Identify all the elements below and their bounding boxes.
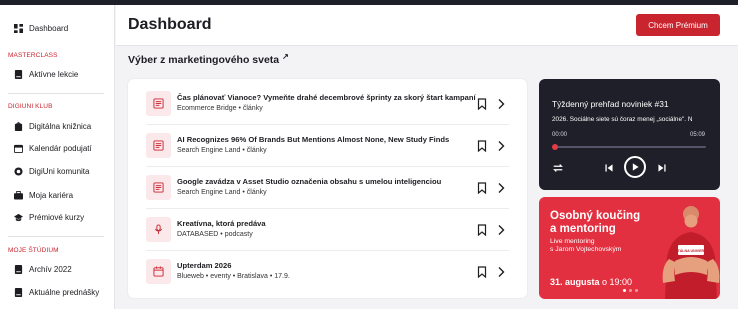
sidebar-item-label: Aktuálne prednášky: [29, 288, 100, 297]
sidebar-item-digiuni-komunita[interactable]: DigiUni komunita: [14, 167, 89, 176]
feed-item-meta: DATABASED • podcasty: [177, 231, 253, 238]
external-link-icon: ↗: [282, 52, 289, 61]
promo-heading-line: Osobný koučing: [550, 210, 641, 222]
feed-item-meta: Ecommerce Bridge • články: [177, 105, 263, 112]
play-button[interactable]: [624, 156, 646, 178]
chevron-right-icon[interactable]: [496, 182, 506, 194]
sidebar-item-kalendar-podujati[interactable]: Kalendár podujatí: [14, 144, 92, 153]
sidebar-item-digitalna-kniznica[interactable]: Digitálna knižnica: [14, 122, 91, 131]
promo-date-time: o 19:00: [599, 277, 633, 287]
sidebar-item-label: Archív 2022: [29, 265, 72, 274]
feed-item[interactable]: AI Recognizes 96% Of Brands But Mentions…: [128, 125, 527, 167]
premium-button[interactable]: Chcem Prémium: [636, 14, 720, 36]
feed-item-meta: Search Engine Land • články: [177, 147, 267, 154]
carousel-dot[interactable]: [635, 289, 638, 292]
section-label-moje-studium: MOJE ŠTÚDIUM: [8, 247, 59, 254]
feed-item-meta: Blueweb • eventy • Bratislava • 17.9.: [177, 273, 290, 280]
sidebar-item-label: Kalendár podujatí: [29, 144, 92, 153]
time-total: 05:09: [690, 132, 706, 138]
article-icon: [146, 91, 171, 116]
bookmark-icon[interactable]: [477, 182, 487, 194]
feed-item-title: AI Recognizes 96% Of Brands But Mentions…: [177, 135, 450, 144]
section-label-digiuni-klub: DIGIUNI KLUB: [8, 103, 53, 110]
section-title-link[interactable]: Výber z marketingového sveta ↗: [128, 52, 289, 66]
microphone-icon: [146, 217, 171, 242]
header: Dashboard Chcem Prémium: [116, 5, 738, 46]
sidebar-item-aktualne-prednasky[interactable]: Aktuálne prednášky: [14, 288, 99, 297]
sidebar-item-dashboard[interactable]: Dashboard: [14, 24, 68, 33]
sidebar-item-label: Prémiové kurzy: [29, 213, 85, 222]
feed-item-meta: Search Engine Land • články: [177, 189, 267, 196]
promo-date-strong: 31. augusta: [550, 277, 600, 287]
bookmark-icon[interactable]: [477, 266, 487, 278]
sidebar-item-label: DigiUni komunita: [29, 167, 90, 176]
mentor-photo: DIGITÁLNA UNIVERZITA: [662, 203, 720, 299]
bookmark-icon[interactable]: [477, 98, 487, 110]
sidebar-item-archiv-2022[interactable]: Archív 2022: [14, 265, 72, 274]
progress-handle[interactable]: [552, 144, 558, 150]
promo-date: 31. augusta o 19:00: [550, 277, 632, 287]
article-icon: [146, 133, 171, 158]
time-current: 00:00: [552, 132, 568, 138]
book-icon: [14, 70, 23, 79]
carousel-dots: [623, 289, 638, 292]
feed-item[interactable]: Upterdam 2026 Blueweb • eventy • Bratisl…: [128, 251, 527, 293]
promo-banner[interactable]: DIGITÁLNA UNIVERZITA Osobný koučing a me…: [539, 197, 720, 299]
divider: [8, 236, 104, 237]
page-title: Dashboard: [128, 16, 212, 33]
sidebar-item-premiove-kurzy[interactable]: Prémiové kurzy: [14, 213, 84, 222]
divider: [8, 93, 104, 94]
sidebar: Dashboard MASTERCLASS Aktívne lekcie DIG…: [0, 5, 115, 309]
chevron-right-icon[interactable]: [496, 140, 506, 152]
feed-item-title: Kreatívna, ktorá predáva: [177, 219, 266, 228]
progress-track[interactable]: [555, 146, 706, 148]
section-label-masterclass: MASTERCLASS: [8, 52, 58, 59]
chevron-right-icon[interactable]: [496, 266, 506, 278]
play-icon: [632, 163, 639, 171]
carousel-dot[interactable]: [629, 289, 632, 292]
sidebar-item-aktivne-lekcie[interactable]: Aktívne lekcie: [14, 70, 78, 79]
briefcase-icon: [14, 191, 23, 200]
feed-item[interactable]: Google zavádza v Asset Studio označenia …: [128, 167, 527, 209]
sidebar-item-moja-kariera[interactable]: Moja kariéra: [14, 191, 73, 200]
player-title: Týždenný prehľad noviniek #31: [552, 99, 669, 109]
feed-item-title: Čas plánovať Vianoce? Vymeňte drahé dece…: [177, 93, 476, 102]
community-icon: [14, 167, 23, 176]
graduation-cap-icon: [14, 213, 23, 222]
sidebar-item-label: Digitálna knižnica: [29, 122, 92, 131]
article-icon: [146, 175, 171, 200]
audio-player: Týždenný prehľad noviniek #31 2026. Soci…: [539, 79, 720, 190]
feed-card: Čas plánovať Vianoce? Vymeňte drahé dece…: [128, 79, 527, 298]
promo-subtitle-line: Live mentoring: [550, 238, 595, 245]
promo-subtitle: Live mentoring s Jarom Vojtechovským: [550, 238, 621, 254]
feed-item[interactable]: Čas plánovať Vianoce? Vymeňte drahé dece…: [128, 83, 527, 125]
calendar-icon: [146, 259, 171, 284]
promo-heading: Osobný koučing a mentoring: [550, 210, 640, 235]
bookmark-icon[interactable]: [477, 224, 487, 236]
feed-item[interactable]: Kreatívna, ktorá predáva DATABASED • pod…: [128, 209, 527, 251]
chevron-right-icon[interactable]: [496, 98, 506, 110]
book-icon: [14, 265, 23, 274]
promo-subtitle-line: s Jarom Vojtechovským: [550, 246, 622, 253]
book-icon: [14, 288, 23, 297]
sidebar-item-label: Moja kariéra: [29, 191, 74, 200]
feed-item-title: Upterdam 2026: [177, 261, 232, 270]
section-title: Výber z marketingového sveta: [128, 54, 280, 66]
calendar-icon: [14, 144, 23, 153]
player-description: 2026. Sociálne siete sú čoraz menej „soc…: [552, 116, 693, 123]
feed-item-title: Google zavádza v Asset Studio označenia …: [177, 177, 442, 186]
promo-heading-line: a mentoring: [550, 222, 616, 235]
dashboard-icon: [14, 24, 23, 33]
shirt-logo-text: DIGITÁLNA UNIVERZITA: [670, 248, 712, 253]
skip-back-icon[interactable]: [602, 161, 616, 175]
bookmark-icon[interactable]: [477, 140, 487, 152]
carousel-dot[interactable]: [623, 289, 626, 292]
sidebar-item-label: Dashboard: [29, 24, 69, 33]
skip-forward-icon[interactable]: [655, 161, 669, 175]
book-stack-icon: [14, 122, 23, 131]
repeat-icon[interactable]: [551, 161, 565, 175]
sidebar-item-label: Aktívne lekcie: [29, 70, 79, 79]
chevron-right-icon[interactable]: [496, 224, 506, 236]
